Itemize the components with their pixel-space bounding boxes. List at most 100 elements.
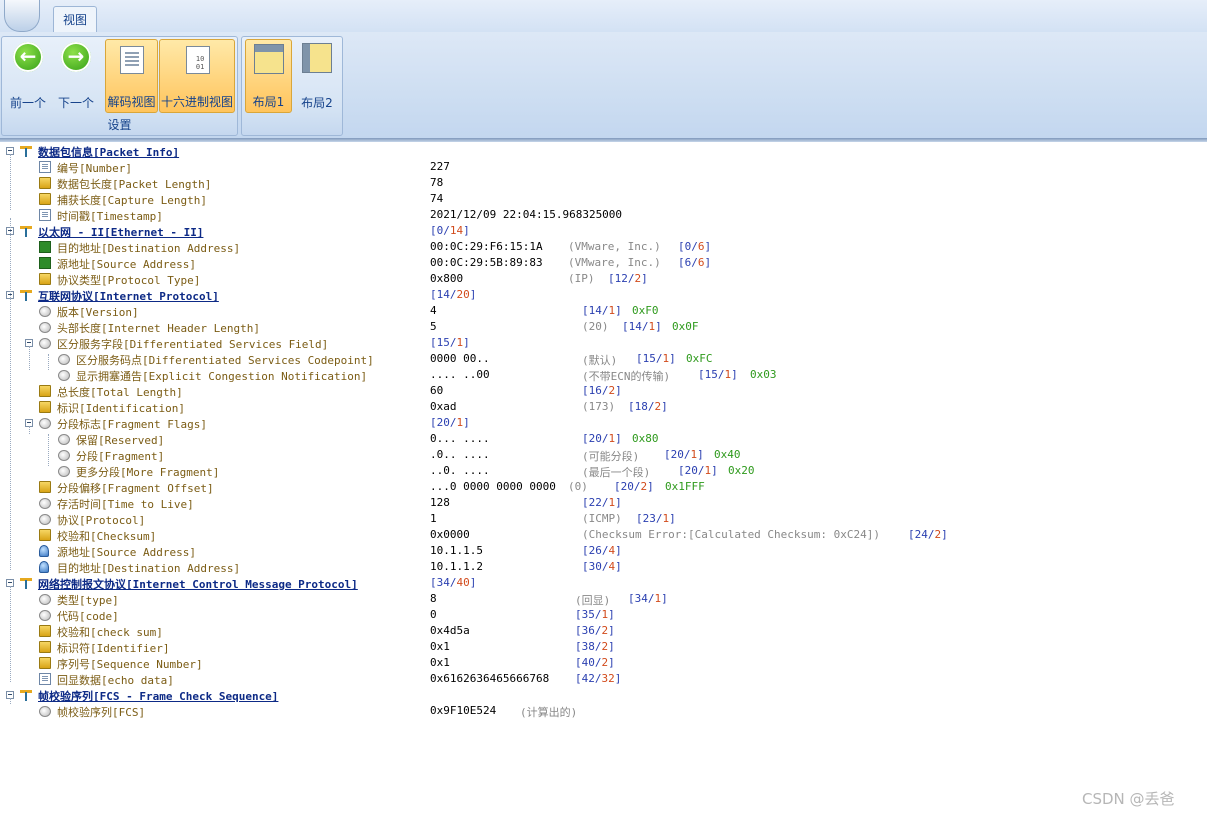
byte-range: [16/2] bbox=[582, 384, 622, 397]
field-note: (回显) bbox=[575, 594, 611, 607]
tree-field-row[interactable]: 标识[Identification] 0xad (173) [18/2] bbox=[0, 399, 1207, 415]
hex-view-button[interactable]: 10 01 十六进制视图 bbox=[159, 39, 235, 113]
tree-field-row[interactable]: 类型[type] 8 (回显) [34/1] bbox=[0, 591, 1207, 607]
tree-field-row[interactable]: 总长度[Total Length] 60 [16/2] bbox=[0, 383, 1207, 399]
tree-field-row[interactable]: 捕获长度[Capture Length] 74 bbox=[0, 191, 1207, 207]
tree-field-row[interactable]: 头部长度[Internet Header Length] 5 (20) [14/1] 0… bbox=[0, 319, 1207, 335]
byte-range: [14/20] bbox=[430, 288, 477, 301]
tree-connector-line bbox=[29, 426, 30, 434]
tree-field-row[interactable]: 校验和[check sum] 0x4d5a [36/2] bbox=[0, 623, 1207, 639]
bit-field-icon bbox=[39, 338, 51, 349]
decode-view-icon bbox=[120, 46, 144, 74]
field-value: 0x9F10E524 bbox=[430, 704, 497, 717]
tree-header-row[interactable]: 以太网 - II[Ethernet - II] [0/14] bbox=[0, 223, 1207, 239]
stacked-field-icon bbox=[39, 625, 51, 637]
bit-field-icon bbox=[39, 706, 51, 717]
tree-field-row[interactable]: 编号[Number] 227 bbox=[0, 159, 1207, 175]
bit-field-icon bbox=[58, 370, 70, 381]
document-icon bbox=[39, 673, 51, 685]
layout2-button[interactable]: 布局2 bbox=[294, 39, 340, 113]
bit-mask: 0x0F bbox=[672, 320, 699, 333]
byte-range: [14/1] bbox=[582, 304, 622, 317]
field-name: 时间戳[Timestamp] bbox=[57, 210, 163, 223]
next-button[interactable]: → 下一个 bbox=[52, 39, 100, 113]
field-note: (计算出的) bbox=[520, 706, 578, 719]
tree-field-row[interactable]: 协议类型[Protocol Type] 0x800 (IP) [12/2] bbox=[0, 271, 1207, 287]
byte-offset: 24 bbox=[914, 528, 928, 541]
field-name: 版本[Version] bbox=[57, 306, 139, 319]
field-value: 74 bbox=[430, 192, 444, 205]
tree-field-row[interactable]: 目的地址[Destination Address] 00:0C:29:F6:15:… bbox=[0, 239, 1207, 255]
tree-field-row[interactable]: 数据包长度[Packet Length] 78 bbox=[0, 175, 1207, 191]
field-name: 区分服务字段[Differentiated Services Field] bbox=[57, 338, 329, 351]
tree-connector-line bbox=[48, 434, 49, 466]
tree-field-row[interactable]: 序列号[Sequence Number] 0x1 [40/2] bbox=[0, 655, 1207, 671]
byte-offset: 15 bbox=[704, 368, 718, 381]
tree-field-row[interactable]: 源地址[Source Address] 10.1.1.5 [26/4] bbox=[0, 543, 1207, 559]
tree-field-row[interactable]: 区分服务字段[Differentiated Services Field] [15… bbox=[0, 335, 1207, 351]
tree-field-row[interactable]: 存活时间[Time to Live] 128 [22/1] bbox=[0, 495, 1207, 511]
byte-range: [34/40] bbox=[430, 576, 477, 589]
field-note: (173) bbox=[582, 400, 616, 413]
byte-range: [40/2] bbox=[575, 656, 615, 669]
tree-header-row[interactable]: 网络控制报文协议[Internet Control Message Protoc… bbox=[0, 575, 1207, 591]
tree-header-row[interactable]: 帧校验序列[FCS - Frame Check Sequence] bbox=[0, 687, 1207, 703]
tree-field-row[interactable]: 区分服务码点[Differentiated Services Codepoint… bbox=[0, 351, 1207, 367]
byte-range: [23/1] bbox=[636, 512, 676, 525]
tree-field-row[interactable]: 回显数据[echo data] 0x6162636465666768 [42/32] bbox=[0, 671, 1207, 687]
byte-range: [0/14] bbox=[430, 224, 470, 237]
app-menu-icon[interactable] bbox=[4, 0, 40, 32]
layout1-button[interactable]: 布局1 bbox=[245, 39, 292, 113]
tree-field-row[interactable]: 保留[Reserved] 0... .... [20/1] 0x80 bbox=[0, 431, 1207, 447]
tab-view[interactable]: 视图 bbox=[53, 6, 97, 33]
tree-field-row[interactable]: 更多分段[More Fragment] ..0. .... (最后一个段) [20/1… bbox=[0, 463, 1207, 479]
byte-range: [20/1] bbox=[664, 448, 704, 461]
byte-length: 6 bbox=[697, 240, 705, 253]
field-name: 总长度[Total Length] bbox=[57, 386, 183, 399]
previous-button[interactable]: ← 前一个 bbox=[4, 39, 52, 113]
field-value: 8 bbox=[430, 592, 437, 605]
tree-field-row[interactable]: 分段[Fragment] .0.. .... (可能分段) [20/1] 0x40 bbox=[0, 447, 1207, 463]
bit-field-icon bbox=[58, 466, 70, 477]
byte-length: 40 bbox=[456, 576, 470, 589]
byte-range: [20/2] bbox=[614, 480, 654, 493]
decode-view-button[interactable]: 解码视图 bbox=[105, 39, 158, 113]
tree-field-row[interactable]: 分段标志[Fragment Flags] [20/1] bbox=[0, 415, 1207, 431]
tree-header-row[interactable]: 互联网协议[Internet Protocol] [14/20] bbox=[0, 287, 1207, 303]
field-value: 60 bbox=[430, 384, 444, 397]
byte-offset: 23 bbox=[642, 512, 656, 525]
byte-range: [18/2] bbox=[628, 400, 668, 413]
tree-field-row[interactable]: 校验和[Checksum] 0x0000 (Checksum Error:[Calc… bbox=[0, 527, 1207, 543]
stacked-field-icon bbox=[39, 657, 51, 669]
tree-field-row[interactable]: 帧校验序列[FCS] 0x9F10E524 (计算出的) bbox=[0, 703, 1207, 719]
field-name: 捕获长度[Capture Length] bbox=[57, 194, 207, 207]
field-name: 类型[type] bbox=[57, 594, 119, 607]
tree-field-row[interactable]: 版本[Version] 4 [14/1] 0xF0 bbox=[0, 303, 1207, 319]
tree-field-row[interactable]: 分段偏移[Fragment Offset] ...0 0000 0000 0000… bbox=[0, 479, 1207, 495]
tree-field-row[interactable]: 时间戳[Timestamp] 2021/12/09 22:04:15.968325… bbox=[0, 207, 1207, 223]
field-value: 0x1 bbox=[430, 656, 450, 669]
tree-connector-line bbox=[10, 298, 11, 570]
field-name: 存活时间[Time to Live] bbox=[57, 498, 194, 511]
tree-field-row[interactable]: 协议[Protocol] 1 (ICMP) [23/1] bbox=[0, 511, 1207, 527]
tree-field-row[interactable]: 目的地址[Destination Address] 10.1.1.2 [30/4] bbox=[0, 559, 1207, 575]
protocol-icon bbox=[20, 145, 32, 157]
field-note: (可能分段) bbox=[582, 450, 640, 463]
layout1-label: 布局1 bbox=[252, 95, 285, 109]
tree-field-row[interactable]: 显示拥塞通告[Explicit Congestion Notification]… bbox=[0, 367, 1207, 383]
byte-offset: 16 bbox=[588, 384, 602, 397]
tree-field-row[interactable]: 代码[code] 0 [35/1] bbox=[0, 607, 1207, 623]
field-note: (VMware, Inc.) bbox=[568, 256, 661, 269]
field-value: 00:0C:29:5B:89:83 bbox=[430, 256, 543, 269]
ribbon: 视图 ← 前一个 → 下一个 解码视图 10 01 十六进制视图 设置 布局1 … bbox=[0, 0, 1207, 140]
tree-field-row[interactable]: 标识符[Identifier] 0x1 [38/2] bbox=[0, 639, 1207, 655]
tree-field-row[interactable]: 源地址[Source Address] 00:0C:29:5B:89:83 (VMw… bbox=[0, 255, 1207, 271]
byte-range: [6/6] bbox=[678, 256, 712, 269]
byte-offset: 40 bbox=[581, 656, 595, 669]
field-note: (ICMP) bbox=[582, 512, 622, 525]
field-name: 源地址[Source Address] bbox=[57, 546, 196, 559]
tree-header-row[interactable]: 数据包信息[Packet Info] bbox=[0, 143, 1207, 159]
stacked-field-icon bbox=[39, 273, 51, 285]
field-value: .... ..00 bbox=[430, 368, 490, 381]
next-label: 下一个 bbox=[57, 96, 94, 110]
